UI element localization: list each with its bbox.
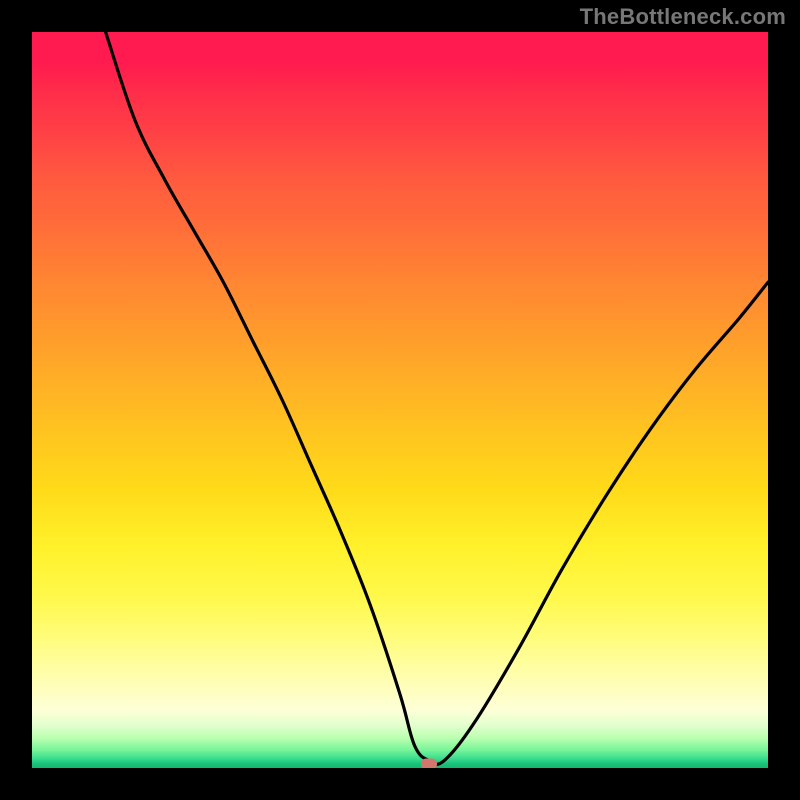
- plot-area: [32, 32, 768, 768]
- bottleneck-curve: [106, 32, 768, 764]
- chart-frame: TheBottleneck.com: [0, 0, 800, 800]
- curve-layer: [32, 32, 768, 768]
- watermark-text: TheBottleneck.com: [580, 4, 786, 30]
- bottleneck-marker: [421, 759, 437, 769]
